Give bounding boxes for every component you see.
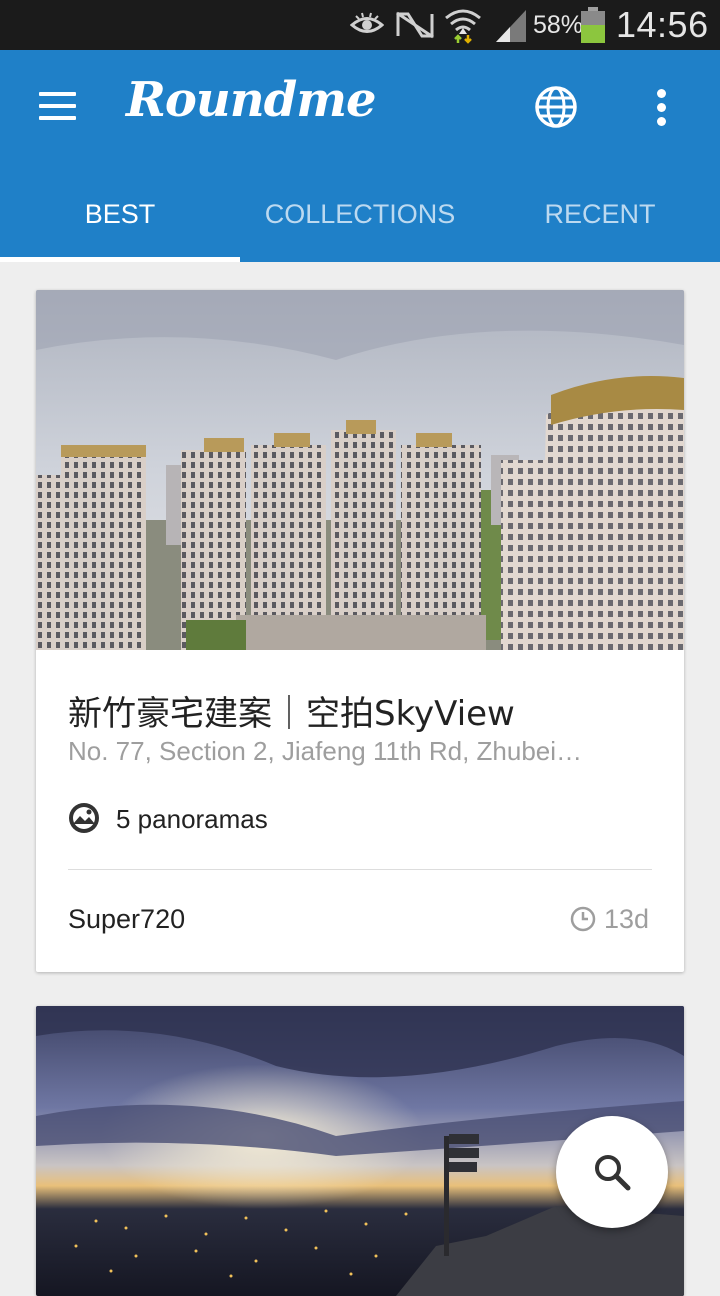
nfc-mute-icon [396,11,434,39]
eye-icon [350,12,384,33]
panorama-count: 5 panoramas [116,804,268,834]
feed[interactable]: 新竹豪宅建案｜空拍SkyView No. 77, Section 2, Jiaf… [0,262,720,1296]
clock-icon [570,906,596,932]
app-bar: Roundme BEST COLLECTIONS RECENT [0,50,720,262]
search-icon [595,1155,631,1191]
search-fab[interactable] [556,1116,668,1228]
author-name[interactable]: Super720 [68,904,185,935]
tab-collections-label: COLLECTIONS [264,199,456,229]
hamburger-menu-icon[interactable] [36,88,80,124]
tab-collections[interactable]: COLLECTIONS [240,188,480,262]
tour-card[interactable]: 新竹豪宅建案｜空拍SkyView No. 77, Section 2, Jiaf… [36,290,684,972]
app-logo: Roundme [126,72,377,128]
posted-time: 13d [570,904,652,938]
status-bar: 58% 14:56 [0,0,720,50]
time-ago: 13d [604,904,650,934]
battery-percent: 58% [533,11,584,39]
signal-icon [496,10,526,42]
tour-thumbnail[interactable] [36,290,684,650]
tab-recent[interactable]: RECENT [480,188,720,262]
tour-address: No. 77, Section 2, Jiafeng 11th Rd, Zhub… [68,736,583,766]
tab-best[interactable]: BEST [0,188,240,262]
clock-time: 14:56 [616,4,709,45]
battery-icon [581,7,605,43]
more-vert-icon[interactable] [646,86,678,128]
tour-title[interactable]: 新竹豪宅建案｜空拍SkyView [68,686,515,735]
tab-best-label: BEST [84,199,156,229]
panorama-icon [69,803,99,833]
tab-bar: BEST COLLECTIONS RECENT [0,188,720,262]
globe-icon[interactable] [533,84,579,130]
wifi-icon [445,9,481,44]
tab-recent-label: RECENT [544,199,656,229]
card-divider [68,869,652,870]
